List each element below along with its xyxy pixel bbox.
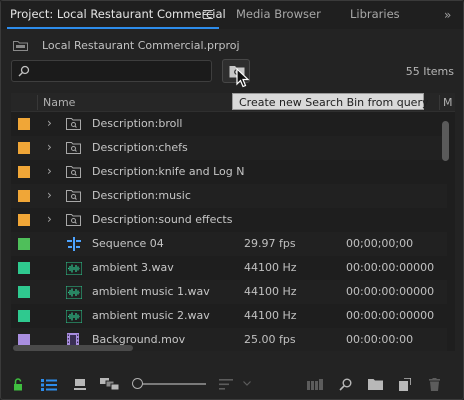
item-name: Description:chefs — [92, 141, 188, 154]
panel-tab-bar: Project: Local Restaurant Commercial Med… — [1, 1, 463, 29]
search-bin-icon — [66, 166, 81, 178]
tab-overflow-chevron-icon[interactable]: » — [444, 8, 451, 22]
audio-waveform-icon — [66, 262, 82, 275]
item-name: Description:sound effects — [92, 213, 233, 226]
project-item-list: Name M › Description:broll › Description:ch… — [11, 93, 455, 351]
icon-view-icon[interactable] — [74, 379, 86, 390]
label-color-swatch[interactable] — [18, 190, 30, 202]
item-media-start: 00:00:00:00000 — [346, 261, 435, 274]
new-bin-icon[interactable] — [368, 379, 383, 390]
item-media-start: 00:00:00:00 — [346, 333, 414, 346]
panel-menu-icon[interactable] — [203, 10, 213, 19]
item-media-start: 00;00;00;00 — [346, 237, 414, 250]
search-bin-icon — [66, 190, 81, 202]
table-row[interactable]: Sequence 04 29.97 fps 00;00;00;00 — [11, 232, 447, 256]
new-item-icon[interactable] — [399, 378, 411, 391]
expand-chevron-icon[interactable]: › — [47, 116, 52, 130]
table-row[interactable]: › Description:music — [11, 184, 447, 208]
item-media-start: 00:00:00:00000 — [346, 285, 435, 298]
item-frame-rate: 44100 Hz — [244, 309, 297, 322]
table-row[interactable]: › Description:knife and Log N — [11, 160, 447, 184]
item-frame-rate: 44100 Hz — [244, 261, 297, 274]
mouse-cursor-icon — [236, 68, 250, 88]
item-frame-rate: 25.00 fps — [244, 333, 296, 346]
column-header-media-start[interactable]: M — [443, 96, 453, 109]
chevron-down-icon[interactable] — [243, 381, 251, 386]
items-count: 55 Items — [405, 65, 454, 78]
label-color-swatch[interactable] — [18, 262, 30, 274]
label-color-swatch[interactable] — [18, 310, 30, 322]
table-row[interactable]: › Description:broll — [11, 112, 447, 136]
label-color-swatch[interactable] — [18, 142, 30, 154]
list-rows: › Description:broll › Description:chefs › Des… — [11, 112, 447, 351]
search-bin-icon — [66, 214, 81, 226]
item-name: ambient 3.wav — [92, 261, 174, 274]
audio-waveform-icon — [66, 286, 82, 299]
bottom-toolbar — [1, 369, 464, 399]
column-divider — [439, 95, 440, 110]
table-row[interactable]: ambient music 2.wav 44100 Hz 00:00:00:0000… — [11, 304, 447, 328]
project-file-icon — [13, 41, 28, 51]
item-name: ambient music 2.wav — [92, 309, 210, 322]
label-color-swatch[interactable] — [18, 166, 30, 178]
vertical-scrollbar[interactable] — [442, 121, 449, 161]
expand-chevron-icon[interactable]: › — [47, 212, 52, 226]
horizontal-scrollbar[interactable] — [13, 345, 133, 351]
search-field[interactable] — [11, 60, 212, 82]
column-header-name[interactable]: Name — [43, 96, 75, 109]
zoom-slider-track[interactable] — [139, 383, 206, 385]
search-bin-icon — [66, 118, 81, 130]
automate-to-sequence-icon[interactable] — [307, 379, 323, 390]
label-color-swatch[interactable] — [18, 214, 30, 226]
expand-chevron-icon[interactable]: › — [47, 188, 52, 202]
list-view-icon[interactable] — [41, 379, 57, 391]
item-frame-rate: 29.97 fps — [244, 237, 296, 250]
label-color-swatch[interactable] — [18, 118, 30, 130]
search-input[interactable] — [34, 63, 206, 79]
table-row[interactable]: › Description:sound effects — [11, 208, 447, 232]
expand-chevron-icon[interactable]: › — [47, 164, 52, 178]
table-row[interactable]: ambient music 1.wav 44100 Hz 00:00:00:0000… — [11, 280, 447, 304]
sort-icon[interactable] — [219, 379, 233, 390]
table-row[interactable]: ambient 3.wav 44100 Hz 00:00:00:00000 — [11, 256, 447, 280]
zoom-slider-handle[interactable] — [132, 378, 143, 389]
search-bin-icon — [66, 142, 81, 154]
sequence-icon — [67, 237, 81, 251]
tab-project[interactable]: Project: Local Restaurant Commercial — [10, 1, 226, 29]
tab-libraries[interactable]: Libraries — [350, 1, 400, 29]
expand-chevron-icon[interactable]: › — [47, 140, 52, 154]
column-divider — [37, 95, 38, 110]
item-media-start: 00:00:00:00000 — [346, 309, 435, 322]
label-color-swatch[interactable] — [18, 238, 30, 250]
project-panel: Project: Local Restaurant Commercial Med… — [0, 0, 464, 400]
table-row[interactable]: › Description:chefs — [11, 136, 447, 160]
item-name: Description:music — [92, 189, 191, 202]
search-icon — [18, 65, 30, 77]
find-icon[interactable] — [339, 378, 352, 391]
clear-trash-icon[interactable] — [429, 378, 440, 391]
tooltip: Create new Search Bin from query — [232, 93, 429, 110]
item-name: Sequence 04 — [92, 237, 164, 250]
freeform-view-icon[interactable] — [100, 378, 120, 391]
audio-waveform-icon — [66, 310, 82, 323]
item-name: Description:knife and Log N — [92, 165, 245, 178]
item-name: Description:broll — [92, 117, 183, 130]
tab-media-browser[interactable]: Media Browser — [236, 1, 321, 29]
item-name: ambient music 1.wav — [92, 285, 210, 298]
label-color-swatch[interactable] — [18, 286, 30, 298]
item-frame-rate: 44100 Hz — [244, 285, 297, 298]
active-tab-indicator — [7, 27, 219, 29]
lock-icon[interactable] — [13, 378, 23, 391]
project-file-name: Local Restaurant Commercial.prproj — [42, 39, 240, 52]
